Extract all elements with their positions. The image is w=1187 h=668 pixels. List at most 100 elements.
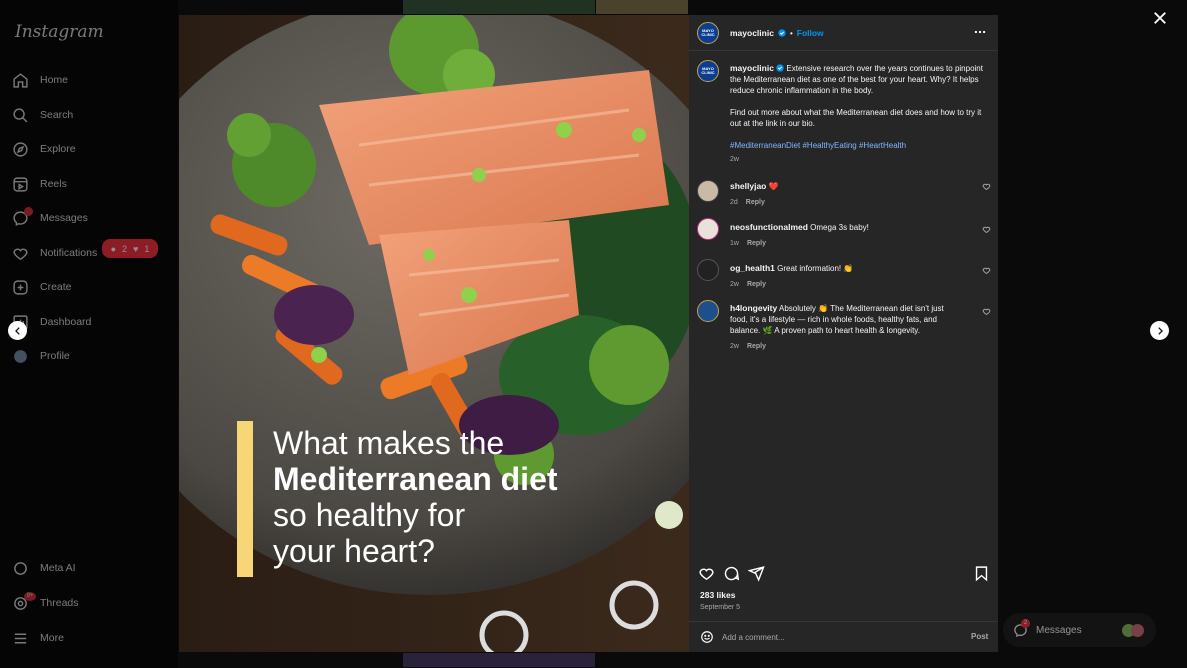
author-avatar[interactable]: MAYO CLINIC <box>697 22 719 44</box>
instagram-logo[interactable]: Instagram <box>15 22 104 42</box>
sidebar-item-label: Messages <box>40 212 88 224</box>
comment-count-icon: ● <box>110 243 117 254</box>
menu-icon <box>14 633 27 643</box>
sidebar-item-reels[interactable]: Reels <box>12 171 172 197</box>
commenter-avatar[interactable] <box>697 218 719 240</box>
verified-badge-icon <box>778 29 786 37</box>
more-options-button[interactable] <box>973 25 987 39</box>
sidebar-item-label: Create <box>40 281 72 293</box>
sidebar-item-dashboard[interactable]: Dashboard <box>12 309 172 335</box>
add-comment-bar: Post <box>689 621 998 652</box>
search-icon <box>13 107 28 122</box>
post-comment-button[interactable]: Post <box>971 632 988 641</box>
overlay-line-3: so healthy for <box>273 497 466 533</box>
comment-like-icon[interactable] <box>982 266 991 275</box>
commenter-avatar[interactable] <box>697 259 719 281</box>
sidebar-item-threads[interactable]: 9+ Threads <box>12 590 172 616</box>
sidebar-item-label: Profile <box>40 350 70 362</box>
overlay-line-4: your heart? <box>273 533 435 569</box>
chevron-left-icon <box>14 326 20 335</box>
commenter-username[interactable]: shellyjao <box>730 181 766 191</box>
comment-text: ❤️ <box>768 182 779 191</box>
meta-ai-icon <box>14 561 27 575</box>
post-date: September 5 <box>700 604 741 611</box>
sidebar-item-label: Explore <box>40 143 76 155</box>
caption-author-avatar[interactable]: MAYO CLINIC <box>697 60 719 82</box>
reels-icon <box>13 176 28 192</box>
sidebar: Instagram Home Search Explore Reels Mess… <box>0 0 178 668</box>
comment-input[interactable] <box>722 629 952 645</box>
emoji-icon[interactable] <box>700 630 714 644</box>
caption-username[interactable]: mayoclinic <box>730 63 774 73</box>
next-post-button[interactable] <box>1150 321 1169 340</box>
post-detail-panel: MAYO CLINIC mayoclinic • Follow MAYO CLI… <box>689 15 998 652</box>
comment-time: 2d <box>730 199 738 206</box>
commenter-username[interactable]: og_health1 <box>730 263 775 273</box>
close-button[interactable] <box>1151 9 1169 27</box>
comment-time: 1w <box>730 240 739 247</box>
sidebar-item-home[interactable]: Home <box>12 67 172 93</box>
overlay-accent-bar <box>237 421 253 577</box>
plus-square-icon <box>13 279 28 295</box>
messages-floating-pill[interactable]: 2 Messages <box>1003 613 1156 647</box>
caption-time: 2w <box>730 156 739 163</box>
reply-button[interactable]: Reply <box>746 197 765 208</box>
post-image[interactable]: What makes the Mediterranean diet so hea… <box>179 15 689 652</box>
commenter-username[interactable]: neosfunctionalmed <box>730 222 808 232</box>
comment-like-icon[interactable] <box>982 225 991 234</box>
sidebar-item-label: Dashboard <box>40 316 92 328</box>
sidebar-item-more[interactable]: More <box>12 625 172 651</box>
sidebar-item-explore[interactable]: Explore <box>12 136 172 162</box>
commenter-avatar[interactable] <box>697 300 719 322</box>
more-horizontal-icon <box>974 30 986 34</box>
chevron-right-icon <box>1157 326 1163 335</box>
feed-thumbnail <box>596 0 688 14</box>
follow-button[interactable]: Follow <box>797 28 824 38</box>
header-separator: • <box>789 28 793 38</box>
reply-button[interactable]: Reply <box>747 341 766 352</box>
sidebar-item-label: More <box>40 632 64 644</box>
comment-count: 2 <box>122 243 128 254</box>
share-icon[interactable] <box>748 565 765 582</box>
like-icon[interactable] <box>698 565 715 582</box>
sidebar-item-label: Threads <box>40 597 79 609</box>
overlay-line-1: What makes the <box>273 425 505 461</box>
reply-button[interactable]: Reply <box>747 279 766 290</box>
sidebar-item-label: Reels <box>40 178 67 190</box>
close-icon <box>1154 12 1166 24</box>
comment-text: Great information! 👏 <box>777 264 854 273</box>
bookmark-icon[interactable] <box>973 565 990 582</box>
post-caption: mayoclinic Extensive research over the y… <box>730 63 985 165</box>
messages-pill-label: Messages <box>1036 624 1082 636</box>
previous-post-button[interactable] <box>8 321 27 340</box>
sidebar-item-search[interactable]: Search <box>12 102 172 128</box>
comment-like-icon[interactable] <box>982 182 991 191</box>
messages-badge <box>24 206 33 216</box>
caption-hashtags[interactable]: #MediterraneanDiet #HealthyEating #Heart… <box>730 140 985 151</box>
notification-summary-pill[interactable]: ● 2 ♥ 1 <box>102 239 158 258</box>
sidebar-item-label: Home <box>40 74 69 86</box>
caption-paragraph-2: Find out more about what the Mediterrane… <box>730 108 982 128</box>
sidebar-item-profile[interactable]: Profile <box>12 343 172 369</box>
sidebar-item-create[interactable]: Create <box>12 274 172 300</box>
comment-icon[interactable] <box>723 565 740 582</box>
comment-like-icon[interactable] <box>982 307 991 316</box>
post-header: MAYO CLINIC mayoclinic • Follow <box>689 15 998 51</box>
comment-time: 2w <box>730 343 739 350</box>
avatar <box>14 349 27 363</box>
feed-thumbnail <box>403 0 595 14</box>
feed-thumbnail <box>403 653 595 667</box>
author-username[interactable]: mayoclinic <box>730 28 774 38</box>
recent-chat-avatars <box>1122 623 1144 637</box>
sidebar-item-label: Meta AI <box>40 562 76 574</box>
post-actions-bar <box>689 561 998 585</box>
sidebar-item-messages[interactable]: Messages <box>12 205 172 231</box>
sidebar-item-meta-ai[interactable]: Meta AI <box>12 555 172 581</box>
reply-button[interactable]: Reply <box>747 238 766 249</box>
commenter-username[interactable]: h4longevity <box>730 303 777 313</box>
like-count-label[interactable]: 283 likes <box>700 590 735 600</box>
commenter-avatar[interactable] <box>697 180 719 202</box>
sidebar-item-label: Search <box>40 109 74 121</box>
overlay-line-2: Mediterranean diet <box>273 461 558 497</box>
overlay-headline: What makes the Mediterranean diet so hea… <box>273 425 633 569</box>
